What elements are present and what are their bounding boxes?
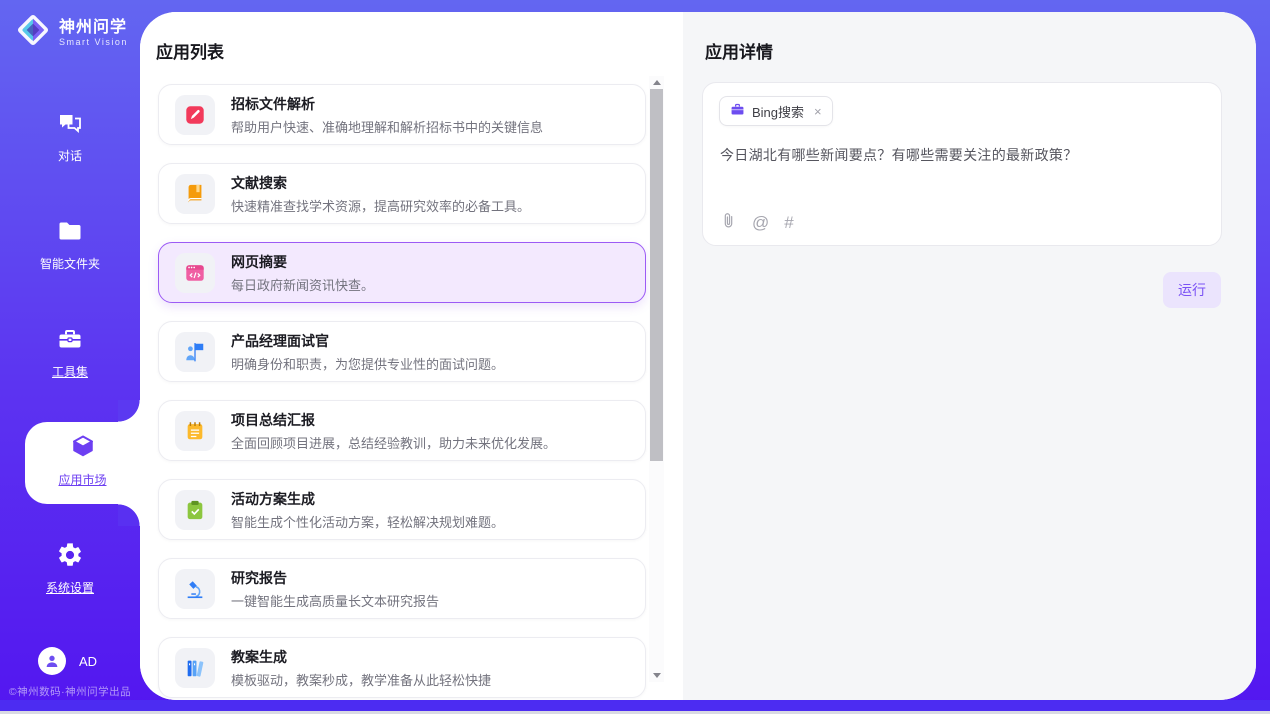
bottom-bar [0, 700, 1270, 711]
app-card[interactable]: 教案生成 模板驱动，教案秒成，教学准备从此轻松快捷 [158, 637, 646, 698]
sidebar-item-label: 对话 [0, 147, 140, 164]
paperclip-icon[interactable] [720, 212, 737, 232]
app-list-scrollbar[interactable] [649, 76, 664, 682]
app-card[interactable]: 招标文件解析 帮助用户快速、准确地理解和解析招标书中的关键信息 [158, 84, 646, 145]
sidebar-item-label: 工具集 [0, 363, 140, 380]
main-panel: 应用列表 招标文件解析 帮助用户快速、准确地理解和解析招标书中的关键信息 文献搜… [140, 12, 1256, 700]
sidebar-item-toolset[interactable]: 工具集 [0, 325, 140, 380]
user-name: AD [79, 654, 97, 669]
app-list-title: 应用列表 [156, 38, 224, 63]
app-card-title: 教案生成 [231, 647, 491, 667]
app-card-desc: 明确身份和职责，为您提供专业性的面试问题。 [231, 354, 504, 373]
app-card-title: 项目总结汇报 [231, 410, 556, 430]
sidebar: 神州问学 Smart Vision 对话 智能文件夹 工具集 应用市场 系统设置 [0, 0, 140, 711]
query-text: 今日湖北有哪些新闻要点？有哪些需要关注的最新政策？ [720, 145, 1078, 165]
browser-code-icon [175, 253, 215, 293]
active-tab-curve-top [118, 400, 140, 422]
composer-toolbar: @ # [720, 212, 794, 232]
sidebar-item-label: 智能文件夹 [0, 255, 140, 272]
app-card-title: 招标文件解析 [231, 94, 543, 114]
app-card-desc: 智能生成个性化活动方案，轻松解决规划难题。 [231, 512, 504, 531]
close-icon[interactable]: × [814, 104, 822, 119]
app-card-desc: 全面回顾项目进展，总结经验教训，助力未来优化发展。 [231, 433, 556, 452]
avatar [38, 647, 66, 675]
scrollbar-thumb[interactable] [650, 89, 663, 461]
run-button[interactable]: 运行 [1163, 272, 1221, 308]
app-card-desc: 一键智能生成高质量长文本研究报告 [231, 591, 439, 610]
app-card-title: 文献搜索 [231, 173, 530, 193]
chat-icon [56, 109, 84, 137]
app-card-desc: 快速精准查找学术资源，提高研究效率的必备工具。 [231, 196, 530, 215]
tool-tag-bing-search[interactable]: Bing搜索 × [719, 96, 833, 126]
sidebar-item-settings[interactable]: 系统设置 [0, 541, 140, 596]
app-card[interactable]: 产品经理面试官 明确身份和职责，为您提供专业性的面试问题。 [158, 321, 646, 382]
app-list-cards: 招标文件解析 帮助用户快速、准确地理解和解析招标书中的关键信息 文献搜索 快速精… [158, 84, 646, 700]
app-card-desc: 模板驱动，教案秒成，教学准备从此轻松快捷 [231, 670, 491, 689]
scrollbar-up-arrow[interactable] [649, 76, 664, 89]
sidebar-item-app-market[interactable]: 应用市场 [25, 422, 140, 504]
notepad-icon [175, 411, 215, 451]
app-card-title: 研究报告 [231, 568, 439, 588]
app-card-desc: 每日政府新闻资讯快查。 [231, 275, 374, 294]
app-card-title: 产品经理面试官 [231, 331, 504, 351]
pen-square-icon [175, 95, 215, 135]
hash-icon[interactable]: # [784, 214, 793, 231]
at-icon[interactable]: @ [752, 214, 769, 231]
clipboard-check-icon [175, 490, 215, 530]
sidebar-item-chat[interactable]: 对话 [0, 109, 140, 164]
gem-logo-icon [14, 11, 52, 54]
books-icon [175, 648, 215, 688]
brand-tagline: Smart Vision [59, 37, 128, 47]
gear-icon [56, 541, 84, 569]
app-card-desc: 帮助用户快速、准确地理解和解析招标书中的关键信息 [231, 117, 543, 136]
cube-icon [69, 448, 97, 465]
sidebar-item-label: 应用市场 [25, 471, 140, 488]
app-detail-panel: 应用详情 Bing搜索 × 今日湖北有哪些新闻要点？有哪些需要关注的最新政策？ … [683, 12, 1256, 700]
briefcase-icon [730, 102, 745, 120]
book-icon [175, 174, 215, 214]
app-card[interactable]: 活动方案生成 智能生成个性化活动方案，轻松解决规划难题。 [158, 479, 646, 540]
app-card[interactable]: 项目总结汇报 全面回顾项目进展，总结经验教训，助力未来优化发展。 [158, 400, 646, 461]
app-card-title: 网页摘要 [231, 252, 374, 272]
app-card[interactable]: 网页摘要 每日政府新闻资讯快查。 [158, 242, 646, 303]
tool-tag-label: Bing搜索 [752, 102, 804, 121]
presenter-icon [175, 332, 215, 372]
brand-name: 神州问学 [59, 18, 128, 37]
app-card[interactable]: 研究报告 一键智能生成高质量长文本研究报告 [158, 558, 646, 619]
sidebar-item-label: 系统设置 [0, 579, 140, 596]
scrollbar-down-arrow[interactable] [649, 669, 664, 682]
microscope-icon [175, 569, 215, 609]
app-detail-title: 应用详情 [705, 38, 773, 63]
user-account[interactable]: AD [38, 647, 97, 675]
copyright-footer: ©神州数码·神州问学出品 [0, 684, 140, 699]
folder-icon [56, 217, 84, 245]
active-tab-curve-bottom [118, 504, 140, 526]
sidebar-item-smart-folder[interactable]: 智能文件夹 [0, 217, 140, 272]
app-list-panel: 应用列表 招标文件解析 帮助用户快速、准确地理解和解析招标书中的关键信息 文献搜… [140, 12, 683, 700]
app-detail-card: Bing搜索 × 今日湖北有哪些新闻要点？有哪些需要关注的最新政策？ @ # [702, 82, 1222, 246]
toolbox-icon [56, 325, 84, 353]
app-card-title: 活动方案生成 [231, 489, 504, 509]
app-card[interactable]: 文献搜索 快速精准查找学术资源，提高研究效率的必备工具。 [158, 163, 646, 224]
brand-logo: 神州问学 Smart Vision [14, 11, 128, 54]
